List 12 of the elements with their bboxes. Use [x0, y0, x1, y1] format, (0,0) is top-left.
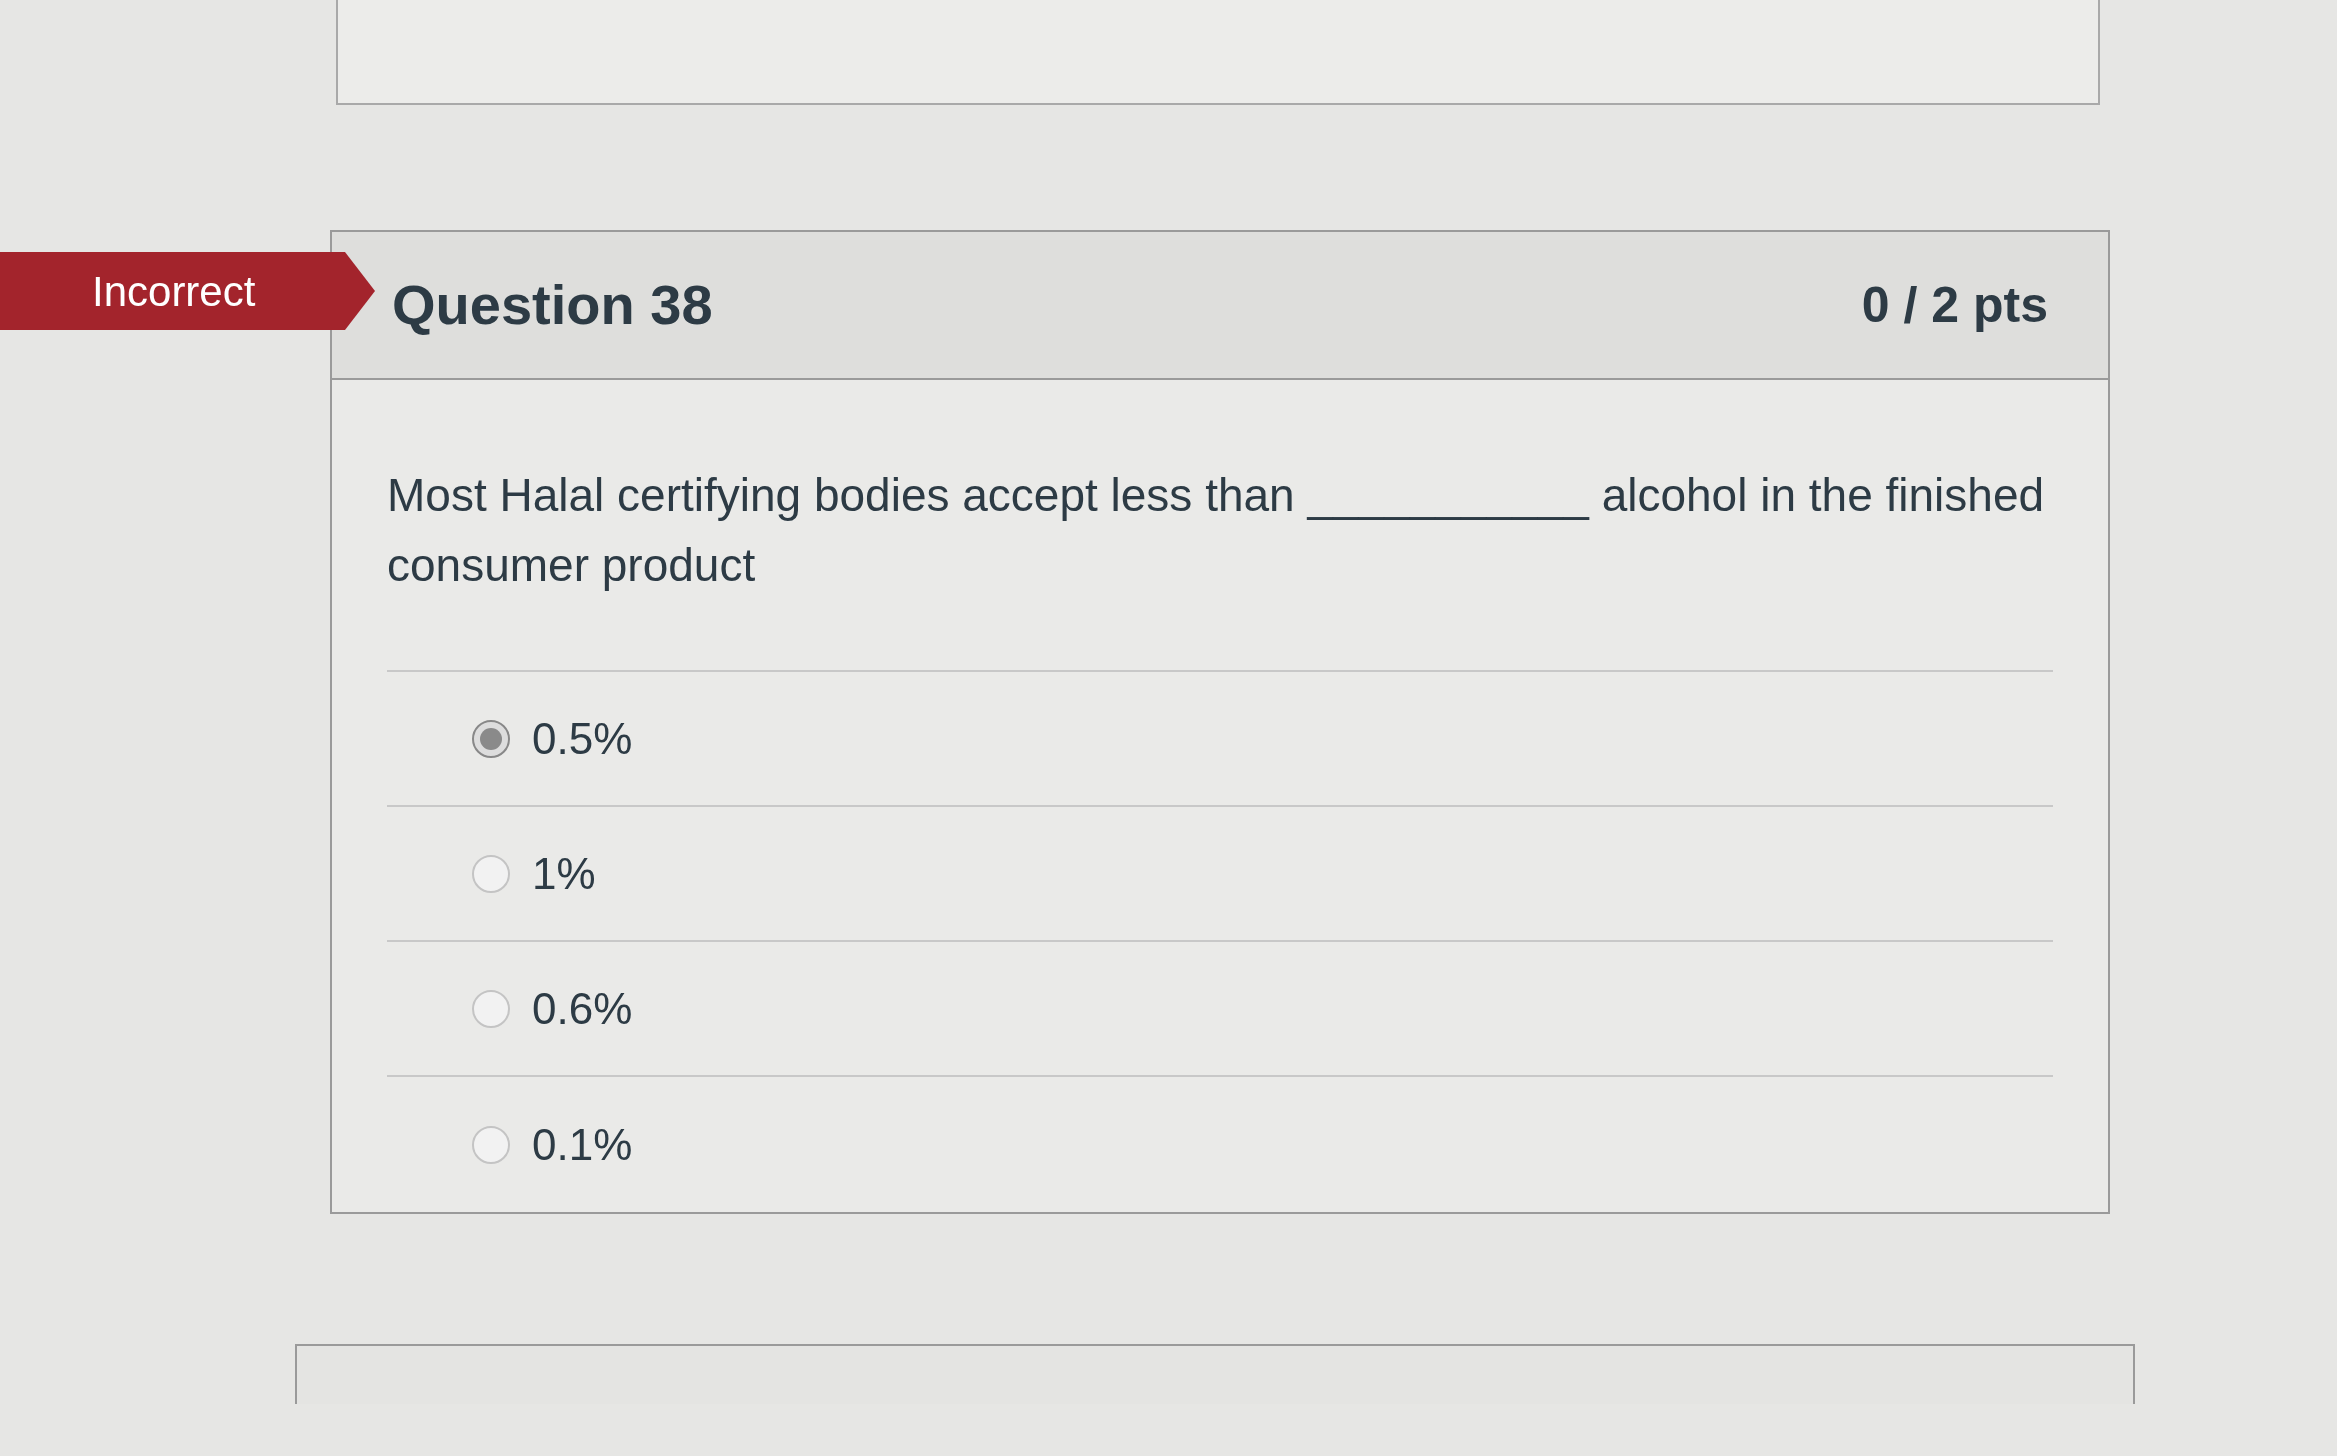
- question-text: Most Halal certifying bodies accept less than ___________ alcohol in the finished consumer product: [387, 468, 2046, 593]
- radio-button[interactable]: [472, 854, 510, 893]
- radio-button[interactable]: [472, 1125, 510, 1164]
- question-title: Question 38: [392, 272, 713, 338]
- answer-label: 0.1%: [532, 1118, 633, 1171]
- answer-label: 0.6%: [532, 982, 633, 1035]
- answer-label: 0.5%: [532, 712, 633, 765]
- radio-button[interactable]: [472, 719, 510, 758]
- points-text: 0 / 2 pts: [1861, 275, 2048, 335]
- answer-label: 1%: [532, 847, 596, 900]
- incorrect-banner: Incorrect: [0, 252, 375, 330]
- radio-button[interactable]: [472, 989, 510, 1028]
